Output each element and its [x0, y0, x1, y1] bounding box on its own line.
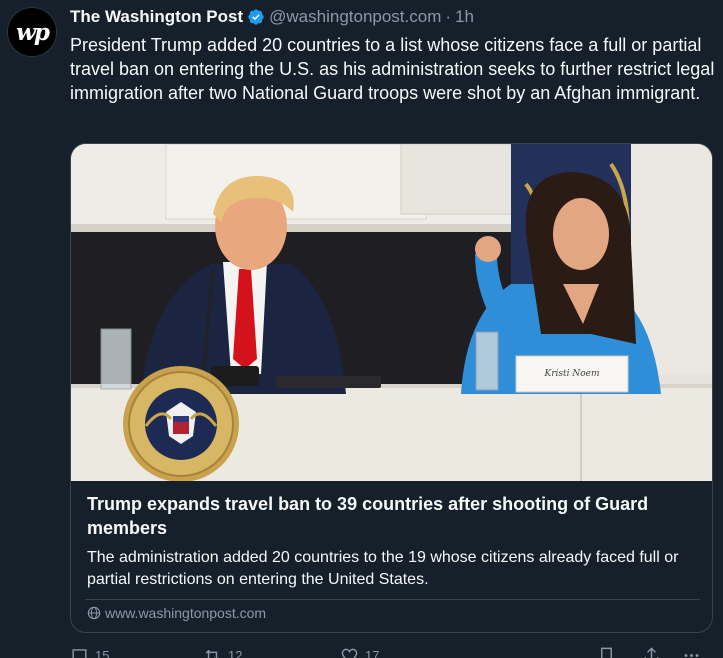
nameplate-text: Kristi Noem	[543, 369, 599, 379]
globe-icon	[87, 606, 101, 620]
card-description: The administration added 20 countries to…	[87, 549, 679, 588]
link-card[interactable]: Kristi Noem Trump expands travel ban to …	[70, 143, 713, 633]
header-separator: ·	[445, 7, 452, 26]
bookmark-icon	[601, 647, 612, 658]
share-icon	[644, 647, 659, 658]
reply-button[interactable]: 15	[70, 646, 109, 658]
post-text: President Trump added 20 countries to a …	[70, 35, 715, 103]
card-title[interactable]: Trump expands travel ban to 39 countries…	[87, 492, 707, 540]
more-button[interactable]	[682, 646, 707, 658]
repost-icon	[205, 649, 219, 658]
card-image[interactable]: Kristi Noem	[71, 144, 713, 481]
repost-count: 12	[228, 648, 243, 658]
card-domain[interactable]: www.washingtonpost.com	[87, 605, 266, 621]
author-name[interactable]: The Washington Post	[70, 7, 243, 27]
verified-badge-icon	[248, 9, 264, 25]
more-icon	[684, 654, 699, 657]
reply-icon	[72, 649, 87, 658]
reply-count: 15	[95, 648, 110, 658]
like-button[interactable]: 17	[340, 646, 379, 658]
card-body[interactable]: Trump expands travel ban to 39 countries…	[71, 481, 712, 632]
author-handle[interactable]: @washingtonpost.com	[269, 7, 441, 27]
bookmark-button[interactable]	[597, 646, 622, 658]
author-avatar[interactable]: wp	[7, 7, 57, 57]
card-domain-text: www.washingtonpost.com	[105, 605, 267, 621]
action-bar: 15 12 17	[70, 646, 723, 658]
heart-icon	[341, 648, 358, 658]
repost-button[interactable]: 12	[203, 646, 242, 658]
share-button[interactable]	[642, 646, 667, 658]
post: wp The Washington Post @washingtonpost.c…	[0, 0, 723, 658]
card-divider	[85, 599, 700, 600]
avatar-logo-text: wp	[16, 18, 50, 46]
post-header: The Washington Post @washingtonpost.com …	[70, 6, 474, 28]
post-timestamp[interactable]: 1h	[455, 7, 474, 27]
like-count: 17	[365, 648, 380, 658]
